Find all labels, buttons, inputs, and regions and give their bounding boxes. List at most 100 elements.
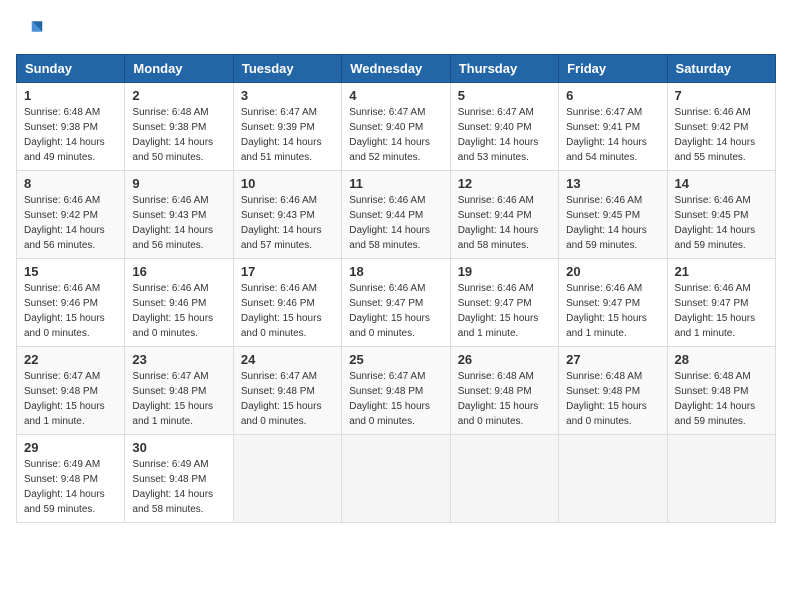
calendar-week-row: 22 Sunrise: 6:47 AM Sunset: 9:48 PM Dayl… — [17, 347, 776, 435]
day-number: 16 — [132, 264, 225, 279]
day-info: Sunrise: 6:46 AM Sunset: 9:42 PM Dayligh… — [24, 193, 117, 253]
day-info: Sunrise: 6:49 AM Sunset: 9:48 PM Dayligh… — [132, 457, 225, 517]
calendar-cell: 9 Sunrise: 6:46 AM Sunset: 9:43 PM Dayli… — [125, 171, 233, 259]
calendar-cell: 4 Sunrise: 6:47 AM Sunset: 9:40 PM Dayli… — [342, 83, 450, 171]
calendar-cell: 23 Sunrise: 6:47 AM Sunset: 9:48 PM Dayl… — [125, 347, 233, 435]
calendar-cell: 2 Sunrise: 6:48 AM Sunset: 9:38 PM Dayli… — [125, 83, 233, 171]
day-info: Sunrise: 6:46 AM Sunset: 9:42 PM Dayligh… — [675, 105, 768, 165]
day-header-saturday: Saturday — [667, 55, 775, 83]
calendar-cell: 25 Sunrise: 6:47 AM Sunset: 9:48 PM Dayl… — [342, 347, 450, 435]
calendar-cell: 27 Sunrise: 6:48 AM Sunset: 9:48 PM Dayl… — [559, 347, 667, 435]
day-number: 11 — [349, 176, 442, 191]
day-info: Sunrise: 6:48 AM Sunset: 9:48 PM Dayligh… — [458, 369, 551, 429]
calendar-cell — [450, 435, 558, 523]
day-number: 29 — [24, 440, 117, 455]
day-number: 7 — [675, 88, 768, 103]
calendar-cell: 10 Sunrise: 6:46 AM Sunset: 9:43 PM Dayl… — [233, 171, 341, 259]
calendar-cell: 8 Sunrise: 6:46 AM Sunset: 9:42 PM Dayli… — [17, 171, 125, 259]
day-number: 3 — [241, 88, 334, 103]
day-info: Sunrise: 6:46 AM Sunset: 9:46 PM Dayligh… — [132, 281, 225, 341]
day-info: Sunrise: 6:48 AM Sunset: 9:38 PM Dayligh… — [24, 105, 117, 165]
day-info: Sunrise: 6:46 AM Sunset: 9:44 PM Dayligh… — [458, 193, 551, 253]
day-number: 5 — [458, 88, 551, 103]
calendar-cell: 29 Sunrise: 6:49 AM Sunset: 9:48 PM Dayl… — [17, 435, 125, 523]
day-info: Sunrise: 6:46 AM Sunset: 9:45 PM Dayligh… — [566, 193, 659, 253]
calendar-cell: 7 Sunrise: 6:46 AM Sunset: 9:42 PM Dayli… — [667, 83, 775, 171]
day-number: 1 — [24, 88, 117, 103]
calendar-cell: 14 Sunrise: 6:46 AM Sunset: 9:45 PM Dayl… — [667, 171, 775, 259]
day-info: Sunrise: 6:46 AM Sunset: 9:47 PM Dayligh… — [349, 281, 442, 341]
calendar-cell: 19 Sunrise: 6:46 AM Sunset: 9:47 PM Dayl… — [450, 259, 558, 347]
calendar-week-row: 1 Sunrise: 6:48 AM Sunset: 9:38 PM Dayli… — [17, 83, 776, 171]
day-info: Sunrise: 6:46 AM Sunset: 9:45 PM Dayligh… — [675, 193, 768, 253]
day-number: 19 — [458, 264, 551, 279]
day-info: Sunrise: 6:46 AM Sunset: 9:47 PM Dayligh… — [675, 281, 768, 341]
day-number: 26 — [458, 352, 551, 367]
day-info: Sunrise: 6:49 AM Sunset: 9:48 PM Dayligh… — [24, 457, 117, 517]
day-info: Sunrise: 6:47 AM Sunset: 9:40 PM Dayligh… — [349, 105, 442, 165]
day-number: 12 — [458, 176, 551, 191]
day-number: 17 — [241, 264, 334, 279]
header — [16, 16, 776, 44]
day-info: Sunrise: 6:48 AM Sunset: 9:48 PM Dayligh… — [566, 369, 659, 429]
day-info: Sunrise: 6:46 AM Sunset: 9:47 PM Dayligh… — [458, 281, 551, 341]
day-number: 27 — [566, 352, 659, 367]
calendar-cell: 24 Sunrise: 6:47 AM Sunset: 9:48 PM Dayl… — [233, 347, 341, 435]
day-number: 13 — [566, 176, 659, 191]
day-header-sunday: Sunday — [17, 55, 125, 83]
calendar-cell: 28 Sunrise: 6:48 AM Sunset: 9:48 PM Dayl… — [667, 347, 775, 435]
day-number: 8 — [24, 176, 117, 191]
calendar-cell — [342, 435, 450, 523]
day-number: 25 — [349, 352, 442, 367]
logo-icon — [16, 16, 44, 44]
day-header-friday: Friday — [559, 55, 667, 83]
day-header-thursday: Thursday — [450, 55, 558, 83]
logo — [16, 16, 48, 44]
day-info: Sunrise: 6:47 AM Sunset: 9:39 PM Dayligh… — [241, 105, 334, 165]
calendar-cell: 17 Sunrise: 6:46 AM Sunset: 9:46 PM Dayl… — [233, 259, 341, 347]
day-header-monday: Monday — [125, 55, 233, 83]
day-info: Sunrise: 6:46 AM Sunset: 9:43 PM Dayligh… — [132, 193, 225, 253]
calendar-header-row: SundayMondayTuesdayWednesdayThursdayFrid… — [17, 55, 776, 83]
day-number: 6 — [566, 88, 659, 103]
day-number: 10 — [241, 176, 334, 191]
calendar-cell: 13 Sunrise: 6:46 AM Sunset: 9:45 PM Dayl… — [559, 171, 667, 259]
day-info: Sunrise: 6:47 AM Sunset: 9:40 PM Dayligh… — [458, 105, 551, 165]
calendar-week-row: 29 Sunrise: 6:49 AM Sunset: 9:48 PM Dayl… — [17, 435, 776, 523]
calendar-cell — [667, 435, 775, 523]
day-number: 22 — [24, 352, 117, 367]
day-info: Sunrise: 6:46 AM Sunset: 9:44 PM Dayligh… — [349, 193, 442, 253]
calendar-cell: 12 Sunrise: 6:46 AM Sunset: 9:44 PM Dayl… — [450, 171, 558, 259]
calendar-cell: 15 Sunrise: 6:46 AM Sunset: 9:46 PM Dayl… — [17, 259, 125, 347]
day-number: 20 — [566, 264, 659, 279]
day-info: Sunrise: 6:47 AM Sunset: 9:41 PM Dayligh… — [566, 105, 659, 165]
day-info: Sunrise: 6:46 AM Sunset: 9:47 PM Dayligh… — [566, 281, 659, 341]
calendar-table: SundayMondayTuesdayWednesdayThursdayFrid… — [16, 54, 776, 523]
calendar-cell: 21 Sunrise: 6:46 AM Sunset: 9:47 PM Dayl… — [667, 259, 775, 347]
day-info: Sunrise: 6:47 AM Sunset: 9:48 PM Dayligh… — [349, 369, 442, 429]
calendar-cell — [233, 435, 341, 523]
calendar-cell: 26 Sunrise: 6:48 AM Sunset: 9:48 PM Dayl… — [450, 347, 558, 435]
calendar-cell: 6 Sunrise: 6:47 AM Sunset: 9:41 PM Dayli… — [559, 83, 667, 171]
calendar-cell: 18 Sunrise: 6:46 AM Sunset: 9:47 PM Dayl… — [342, 259, 450, 347]
day-info: Sunrise: 6:46 AM Sunset: 9:43 PM Dayligh… — [241, 193, 334, 253]
day-info: Sunrise: 6:48 AM Sunset: 9:38 PM Dayligh… — [132, 105, 225, 165]
day-number: 30 — [132, 440, 225, 455]
day-number: 9 — [132, 176, 225, 191]
day-info: Sunrise: 6:47 AM Sunset: 9:48 PM Dayligh… — [241, 369, 334, 429]
day-header-tuesday: Tuesday — [233, 55, 341, 83]
day-info: Sunrise: 6:48 AM Sunset: 9:48 PM Dayligh… — [675, 369, 768, 429]
calendar-cell: 20 Sunrise: 6:46 AM Sunset: 9:47 PM Dayl… — [559, 259, 667, 347]
calendar-week-row: 8 Sunrise: 6:46 AM Sunset: 9:42 PM Dayli… — [17, 171, 776, 259]
day-info: Sunrise: 6:47 AM Sunset: 9:48 PM Dayligh… — [132, 369, 225, 429]
calendar-cell: 30 Sunrise: 6:49 AM Sunset: 9:48 PM Dayl… — [125, 435, 233, 523]
day-info: Sunrise: 6:46 AM Sunset: 9:46 PM Dayligh… — [241, 281, 334, 341]
day-number: 21 — [675, 264, 768, 279]
day-number: 28 — [675, 352, 768, 367]
calendar-cell: 16 Sunrise: 6:46 AM Sunset: 9:46 PM Dayl… — [125, 259, 233, 347]
day-number: 2 — [132, 88, 225, 103]
calendar-week-row: 15 Sunrise: 6:46 AM Sunset: 9:46 PM Dayl… — [17, 259, 776, 347]
day-number: 4 — [349, 88, 442, 103]
calendar-cell: 22 Sunrise: 6:47 AM Sunset: 9:48 PM Dayl… — [17, 347, 125, 435]
day-header-wednesday: Wednesday — [342, 55, 450, 83]
